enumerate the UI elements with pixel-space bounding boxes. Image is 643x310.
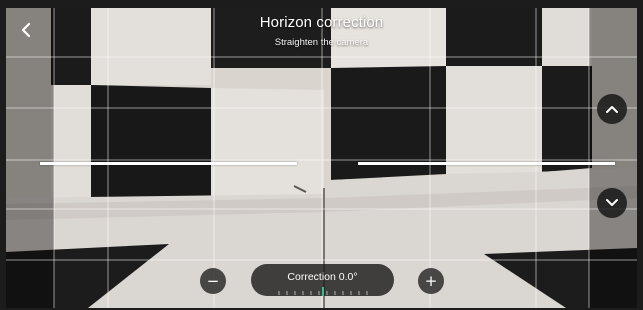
- chevron-down-icon: [606, 199, 618, 206]
- minus-icon: −: [206, 271, 220, 290]
- plus-icon: +: [424, 271, 438, 290]
- decrease-correction-button[interactable]: −: [200, 268, 226, 294]
- increase-correction-button[interactable]: +: [418, 268, 444, 294]
- chevron-left-icon: [21, 22, 31, 38]
- page-title: Horizon correction: [259, 14, 384, 31]
- page-subtitle: Straighten the camera: [274, 37, 369, 48]
- tilt-up-button[interactable]: [597, 94, 627, 124]
- correction-slider[interactable]: Correction 0.0°: [251, 264, 394, 296]
- back-button[interactable]: [16, 20, 36, 40]
- correction-ticks: [278, 287, 368, 296]
- header: Horizon correction Straighten the camera: [0, 14, 643, 48]
- framing-grid: [6, 8, 637, 308]
- chevron-up-icon: [606, 106, 618, 113]
- camera-viewport: [6, 8, 637, 308]
- horizon-line-left: [40, 162, 297, 165]
- horizon-line-right: [358, 162, 615, 165]
- correction-value: Correction 0.0°: [287, 271, 358, 283]
- tilt-down-button[interactable]: [597, 188, 627, 218]
